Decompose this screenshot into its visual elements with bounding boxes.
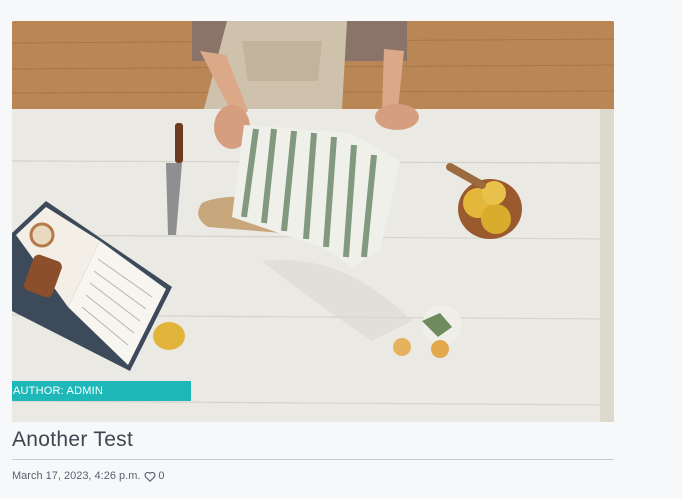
post-image[interactable]: AUTHOR: ADMIN	[12, 21, 614, 422]
like-button[interactable]	[144, 471, 156, 482]
post-meta: March 17, 2023, 4:26 p.m. 0	[12, 469, 614, 483]
author-badge[interactable]: AUTHOR: ADMIN	[12, 381, 191, 401]
post-date: March 17, 2023, 4:26 p.m.	[12, 470, 141, 482]
kitchen-table-illustration	[12, 21, 614, 422]
like-count: 0	[158, 470, 165, 482]
post-card: AUTHOR: ADMIN Another Test March 17, 202…	[12, 21, 614, 483]
divider	[12, 459, 614, 460]
heart-outline-icon	[144, 471, 156, 482]
post-title[interactable]: Another Test	[12, 426, 614, 454]
